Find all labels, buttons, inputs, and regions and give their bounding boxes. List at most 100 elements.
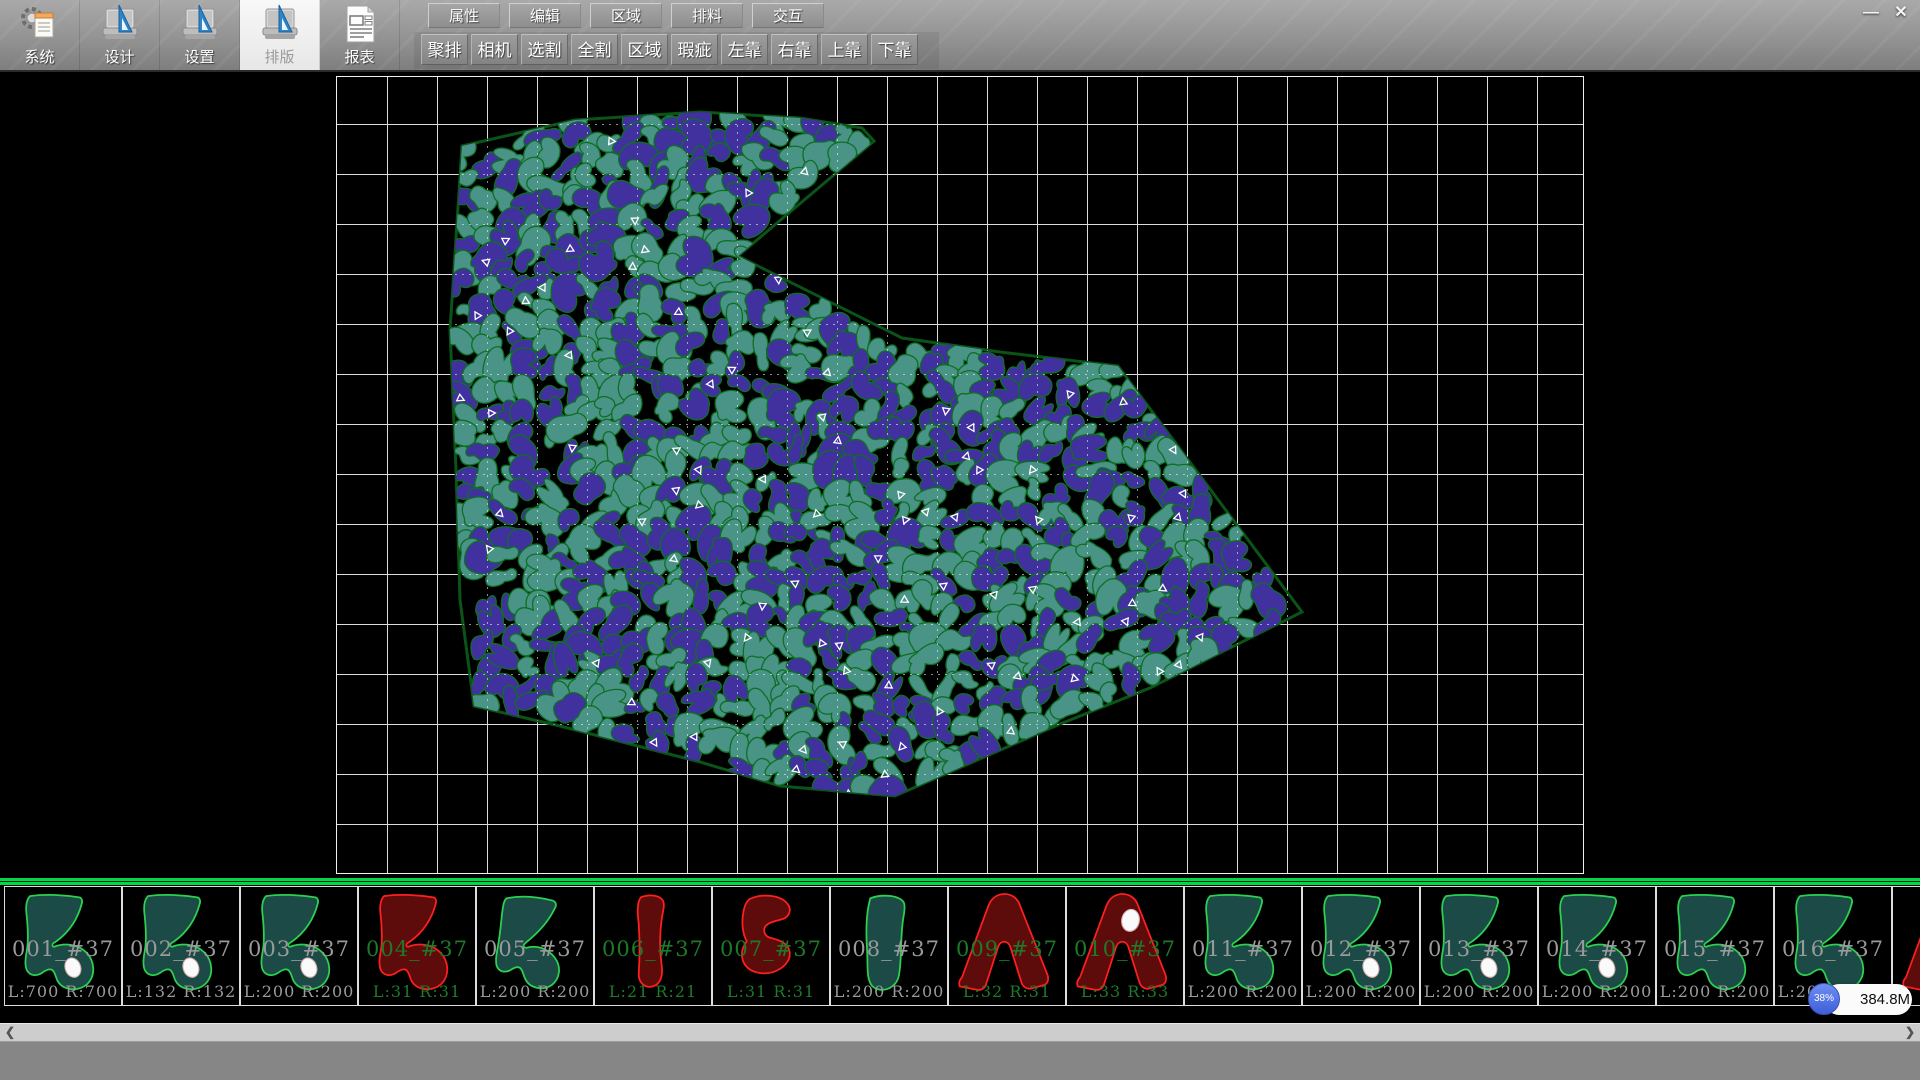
nav-tab-system[interactable]: 系统 <box>0 0 80 70</box>
nest-piece[interactable] <box>970 624 996 652</box>
nav-tab-label: 设计 <box>104 46 134 67</box>
nesting-icon <box>258 3 302 45</box>
strip-item-001[interactable]: 001_#37 L:700 R:700 <box>4 886 122 1006</box>
menu-bar: 属性编辑区域排料交互 <box>428 3 833 28</box>
nest-piece[interactable] <box>978 352 1005 381</box>
pieces-strip: 001_#37L:700 R:700002_#37L:132 R:132003_… <box>0 886 1920 1008</box>
piece-lr-count: L:21 R:21 <box>595 982 711 1001</box>
status-bar <box>0 1041 1920 1080</box>
piece-name: 015_#37 <box>1657 937 1773 961</box>
nest-piece[interactable] <box>784 293 810 321</box>
system-icon <box>18 3 62 45</box>
menu-item-3[interactable]: 区域 <box>590 3 662 28</box>
nav-tab-label: 设置 <box>184 46 214 67</box>
tool-button-10[interactable]: 下靠 <box>871 34 918 65</box>
menu-item-4[interactable]: 排料 <box>671 3 743 28</box>
strip-item-007[interactable]: 007_#37 L:31 R:31 <box>712 886 830 1006</box>
strip-item-010[interactable]: 010_#37 L:33 R:33 <box>1066 886 1184 1006</box>
piece-name: 016_#37 <box>1775 937 1891 961</box>
piece-lr-count: L:200 R:200 <box>1539 982 1655 1001</box>
toolbar: 系统设计设置排版报表 属性编辑区域排料交互 聚排相机选割全割区域瑕疵左靠右靠上靠… <box>0 0 1920 72</box>
minimize-button[interactable]: — <box>1856 2 1886 24</box>
settings-icon <box>178 3 222 45</box>
tool-bar: 聚排相机选割全割区域瑕疵左靠右靠上靠下靠 <box>421 34 921 65</box>
nested-pieces-layer <box>441 97 1292 816</box>
strip-item-012[interactable]: 012_#37 L:200 R:200 <box>1302 886 1420 1006</box>
nesting-canvas-svg <box>0 72 1920 878</box>
design-icon <box>98 3 142 45</box>
tool-button-4[interactable]: 全割 <box>571 34 618 65</box>
tool-button-8[interactable]: 右靠 <box>771 34 818 65</box>
tool-button-9[interactable]: 上靠 <box>821 34 868 65</box>
strip-divider <box>0 878 1920 886</box>
menu-item-1[interactable]: 属性 <box>428 3 500 28</box>
piece-name: 004_#37 <box>359 937 475 961</box>
tool-button-6[interactable]: 瑕疵 <box>671 34 718 65</box>
piece-lr-count: L:200 R:200 <box>1657 982 1773 1001</box>
memory-value: 384.8M <box>1860 991 1910 1008</box>
piece-lr-count: L:200 R:200 <box>1421 982 1537 1001</box>
piece-lr-count: L:31 R:31 <box>359 982 475 1001</box>
scroll-left-arrow[interactable]: ❮ <box>5 1025 15 1039</box>
piece-name: 007_#37 <box>713 937 829 961</box>
close-button[interactable]: ✕ <box>1886 2 1916 24</box>
piece-name: 008_#37 <box>831 937 947 961</box>
strip-item-015[interactable]: 015_#37 L:200 R:200 <box>1656 886 1774 1006</box>
strip-item-004[interactable]: 004_#37 L:31 R:31 <box>358 886 476 1006</box>
report-icon <box>338 3 382 45</box>
piece-name: 013_#37 <box>1421 937 1537 961</box>
tool-button-1[interactable]: 聚排 <box>421 34 468 65</box>
tool-button-2[interactable]: 相机 <box>471 34 518 65</box>
strip-item-009[interactable]: 009_#37 L:32 R:31 <box>948 886 1066 1006</box>
piece-lr-count: L:31 R:31 <box>713 982 829 1001</box>
menu-item-5[interactable]: 交互 <box>752 3 824 28</box>
status-badge: 384.8M 38% <box>1808 982 1920 1018</box>
nav-tab-label: 系统 <box>24 46 54 67</box>
piece-name: 001_#37 <box>5 937 121 961</box>
strip-item-006[interactable]: 006_#37 L:21 R:21 <box>594 886 712 1006</box>
piece-name: 006_#37 <box>595 937 711 961</box>
scroll-right-arrow[interactable]: ❯ <box>1905 1025 1915 1039</box>
strip-item-002[interactable]: 002_#37 L:132 R:132 <box>122 886 240 1006</box>
piece-name: 012_#37 <box>1303 937 1419 961</box>
strip-item-005[interactable]: 005_#37 L:200 R:200 <box>476 886 594 1006</box>
application-window: 系统设计设置排版报表 属性编辑区域排料交互 聚排相机选割全割区域瑕疵左靠右靠上靠… <box>0 0 1920 1080</box>
strip-item-014[interactable]: 014_#37 L:200 R:200 <box>1538 886 1656 1006</box>
strip-item-011[interactable]: 011_#37 L:200 R:200 <box>1184 886 1302 1006</box>
nav-tab-report[interactable]: 报表 <box>320 0 400 70</box>
piece-name: 005_#37 <box>477 937 593 961</box>
piece-lr-count: L:200 R:200 <box>1185 982 1301 1001</box>
piece-name: 011_#37 <box>1185 937 1301 961</box>
piece-name: 014_#37 <box>1539 937 1655 961</box>
piece-lr-count: L:132 R:132 <box>123 982 239 1001</box>
piece-lr-count: L:32 R:31 <box>949 982 1065 1001</box>
strip-item-008[interactable]: 008_#37 L:200 R:200 <box>830 886 948 1006</box>
nav-tab-nesting[interactable]: 排版 <box>240 0 320 70</box>
main-nav-tabs: 系统 设计 设置 排版 报表 <box>0 0 400 70</box>
piece-name: 009_#37 <box>949 937 1065 961</box>
tool-button-3[interactable]: 选割 <box>521 34 568 65</box>
window-controls: — ✕ <box>1856 2 1916 24</box>
piece-lr-count: L:200 R:200 <box>1303 982 1419 1001</box>
nest-piece[interactable] <box>1186 636 1220 673</box>
piece-name: 010_#37 <box>1067 937 1183 961</box>
horizontal-scrollbar[interactable]: ❮ ❯ <box>0 1023 1920 1041</box>
piece-lr-count: L:200 R:200 <box>831 982 947 1001</box>
progress-percent: 38% <box>1808 983 1840 1015</box>
piece-lr-count: L:33 R:33 <box>1067 982 1183 1001</box>
piece-name: 002_#37 <box>123 937 239 961</box>
tool-button-5[interactable]: 区域 <box>621 34 668 65</box>
nesting-canvas[interactable] <box>0 72 1920 878</box>
menu-item-2[interactable]: 编辑 <box>509 3 581 28</box>
piece-lr-count: L:700 R:700 <box>5 982 121 1001</box>
piece-name: 003_#37 <box>241 937 357 961</box>
piece-lr-count: L:200 R:200 <box>241 982 357 1001</box>
nav-tab-label: 报表 <box>344 46 374 67</box>
piece-lr-count: L:200 R:200 <box>477 982 593 1001</box>
nav-tab-label: 排版 <box>264 46 294 67</box>
strip-item-003[interactable]: 003_#37 L:200 R:200 <box>240 886 358 1006</box>
tool-button-7[interactable]: 左靠 <box>721 34 768 65</box>
strip-item-013[interactable]: 013_#37 L:200 R:200 <box>1420 886 1538 1006</box>
nav-tab-design[interactable]: 设计 <box>80 0 160 70</box>
nav-tab-settings[interactable]: 设置 <box>160 0 240 70</box>
